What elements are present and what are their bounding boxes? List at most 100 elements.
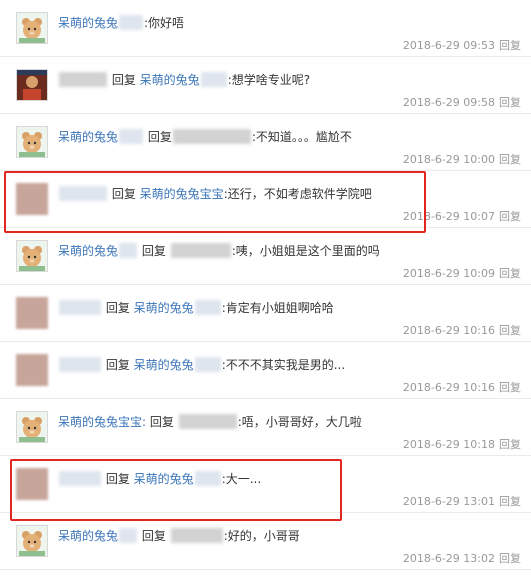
comment-line: 呆萌的兔兔 回复 :不知道。。。尴尬不 xyxy=(58,128,521,146)
reply-link[interactable]: 回复 xyxy=(499,210,521,223)
reply-word: 回复 xyxy=(105,301,130,315)
comment-meta: 2018-6-29 09:58 回复 xyxy=(403,94,521,110)
redacted-name xyxy=(59,72,107,87)
timestamp: 2018-6-29 13:01 xyxy=(402,495,495,508)
reply-target[interactable]: 呆萌的兔兔宝宝 xyxy=(140,187,224,201)
comment-text: :还行，不如考虑软件学院吧 xyxy=(223,187,372,201)
reply-word: 回复 xyxy=(141,529,166,543)
blurred-avatar[interactable] xyxy=(16,297,48,329)
comment-row: 呆萌的兔兔 回复 :好的，小哥哥 2018-6-29 13:02 回复 xyxy=(0,513,531,570)
comment-row: 呆萌的兔兔 回复 :不知道。。。尴尬不 2018-6-29 10:00 回复 xyxy=(0,114,531,171)
comment-line: 回复 呆萌的兔兔 :大一... xyxy=(58,470,521,488)
redacted-name xyxy=(119,129,144,144)
comment-line: 呆萌的兔兔 回复 :咦，小姐姐是这个里面的吗 xyxy=(58,242,521,260)
timestamp: 2018-6-29 09:53 xyxy=(402,39,495,52)
comment-text: :不不不其实我是男的... xyxy=(221,358,346,372)
blurred-avatar[interactable] xyxy=(16,183,48,215)
redacted-name xyxy=(178,414,237,429)
redacted-name xyxy=(119,528,138,543)
blurred-avatar[interactable] xyxy=(16,468,48,500)
comment-text: :想学啥专业呢? xyxy=(227,73,311,87)
reply-target[interactable]: 呆萌的兔兔 xyxy=(134,472,194,486)
bear-avatar[interactable] xyxy=(16,126,48,158)
redacted-name xyxy=(119,243,138,258)
author-name[interactable]: 呆萌的兔兔宝宝: xyxy=(58,415,146,429)
reply-word: 回复 xyxy=(105,358,130,372)
comment-row: 呆萌的兔兔:你好唔 2018-6-29 09:53 回复 xyxy=(0,0,531,57)
comment-row: 呆萌的兔兔 回复 :咦，小姐姐是这个里面的吗 2018-6-29 10:09 回复 xyxy=(0,228,531,285)
redacted-name xyxy=(170,243,231,258)
comment-line: 呆萌的兔兔:你好唔 xyxy=(58,14,521,32)
reply-word: 回复 xyxy=(105,472,130,486)
timestamp: 2018-6-29 10:07 xyxy=(402,210,495,223)
comment-row: 呆萌的兔兔宝宝: 回复 :唔，小哥哥好，大几啦 2018-6-29 10:18 回… xyxy=(0,399,531,456)
redacted-name xyxy=(59,357,101,372)
comment-meta: 2018-6-29 10:07 回复 xyxy=(403,208,521,224)
redacted-name xyxy=(194,300,221,315)
comment-meta: 2018-6-29 13:01 回复 xyxy=(403,493,521,509)
comment-text: :唔，小哥哥好，大几啦 xyxy=(237,415,362,429)
comment-row: 回复 呆萌的兔兔 :想学啥专业呢? 2018-6-29 09:58 回复 xyxy=(0,57,531,114)
author-name[interactable]: 呆萌的兔兔 xyxy=(58,16,118,30)
redacted-name xyxy=(200,72,227,87)
redacted-name xyxy=(59,471,101,486)
redacted-name xyxy=(59,300,101,315)
reply-link[interactable]: 回复 xyxy=(499,267,521,280)
timestamp: 2018-6-29 09:58 xyxy=(402,96,495,109)
reply-word: 回复 xyxy=(111,73,136,87)
comment-line: 呆萌的兔兔宝宝: 回复 :唔，小哥哥好，大几啦 xyxy=(58,413,521,431)
reply-link[interactable]: 回复 xyxy=(499,39,521,52)
comment-meta: 2018-6-29 10:16 回复 xyxy=(403,379,521,395)
redacted-name xyxy=(194,357,221,372)
reply-target[interactable]: 呆萌的兔兔 xyxy=(134,358,194,372)
timestamp: 2018-6-29 10:09 xyxy=(402,267,495,280)
timestamp: 2018-6-29 10:16 xyxy=(402,381,495,394)
reply-link[interactable]: 回复 xyxy=(499,495,521,508)
reply-link[interactable]: 回复 xyxy=(499,324,521,337)
comment-list: 呆萌的兔兔:你好唔 2018-6-29 09:53 回复 回复 呆萌的兔兔 :想学啥… xyxy=(0,0,531,570)
reply-link[interactable]: 回复 xyxy=(499,438,521,451)
reply-word: 回复 xyxy=(149,415,174,429)
comment-meta: 2018-6-29 09:53 回复 xyxy=(403,37,521,53)
comment-line: 回复 呆萌的兔兔 :肯定有小姐姐啊哈哈 xyxy=(58,299,521,317)
reply-target[interactable]: 呆萌的兔兔 xyxy=(134,301,194,315)
bear-avatar[interactable] xyxy=(16,240,48,272)
author-name[interactable]: 呆萌的兔兔 xyxy=(58,529,118,543)
comment-line: 回复 呆萌的兔兔 :不不不其实我是男的... xyxy=(58,356,521,374)
author-name[interactable]: 呆萌的兔兔 xyxy=(58,244,118,258)
bear-avatar[interactable] xyxy=(16,411,48,443)
timestamp: 2018-6-29 10:00 xyxy=(402,153,495,166)
author-name[interactable]: 呆萌的兔兔 xyxy=(58,130,118,144)
redacted-name xyxy=(172,129,251,144)
reply-word: 回复 xyxy=(141,244,166,258)
comment-text: :大一... xyxy=(221,472,262,486)
comment-text: :好的，小哥哥 xyxy=(223,529,300,543)
reply-target[interactable]: 呆萌的兔兔 xyxy=(140,73,200,87)
reply-link[interactable]: 回复 xyxy=(499,552,521,565)
reply-link[interactable]: 回复 xyxy=(499,381,521,394)
redacted-name xyxy=(59,186,107,201)
timestamp: 2018-6-29 13:02 xyxy=(402,552,495,565)
comment-line: 回复 呆萌的兔兔 :想学啥专业呢? xyxy=(58,71,521,89)
comment-meta: 2018-6-29 13:02 回复 xyxy=(403,550,521,566)
reply-link[interactable]: 回复 xyxy=(499,96,521,109)
bear-avatar[interactable] xyxy=(16,12,48,44)
redacted-name xyxy=(170,528,223,543)
comment-text: :不知道。。。尴尬不 xyxy=(251,130,352,144)
comment-row: 回复 呆萌的兔兔 :不不不其实我是男的... 2018-6-29 10:16 回复 xyxy=(0,342,531,399)
redacted-name xyxy=(119,15,144,30)
reply-word: 回复 xyxy=(147,130,172,144)
reply-link[interactable]: 回复 xyxy=(499,153,521,166)
comment-meta: 2018-6-29 10:16 回复 xyxy=(403,322,521,338)
timestamp: 2018-6-29 10:18 xyxy=(402,438,495,451)
blurred-avatar[interactable] xyxy=(16,354,48,386)
comment-row: 回复 呆萌的兔兔 :肯定有小姐姐啊哈哈 2018-6-29 10:16 回复 xyxy=(0,285,531,342)
reply-word: 回复 xyxy=(111,187,136,201)
comment-row: 回复 呆萌的兔兔宝宝:还行，不如考虑软件学院吧 2018-6-29 10:07 回… xyxy=(0,171,531,228)
bear-avatar[interactable] xyxy=(16,525,48,557)
comment-line: 回复 呆萌的兔兔宝宝:还行，不如考虑软件学院吧 xyxy=(58,185,521,203)
comment-meta: 2018-6-29 10:09 回复 xyxy=(403,265,521,281)
photo-avatar[interactable] xyxy=(16,69,48,101)
comment-text: :肯定有小姐姐啊哈哈 xyxy=(221,301,334,315)
comment-meta: 2018-6-29 10:18 回复 xyxy=(403,436,521,452)
